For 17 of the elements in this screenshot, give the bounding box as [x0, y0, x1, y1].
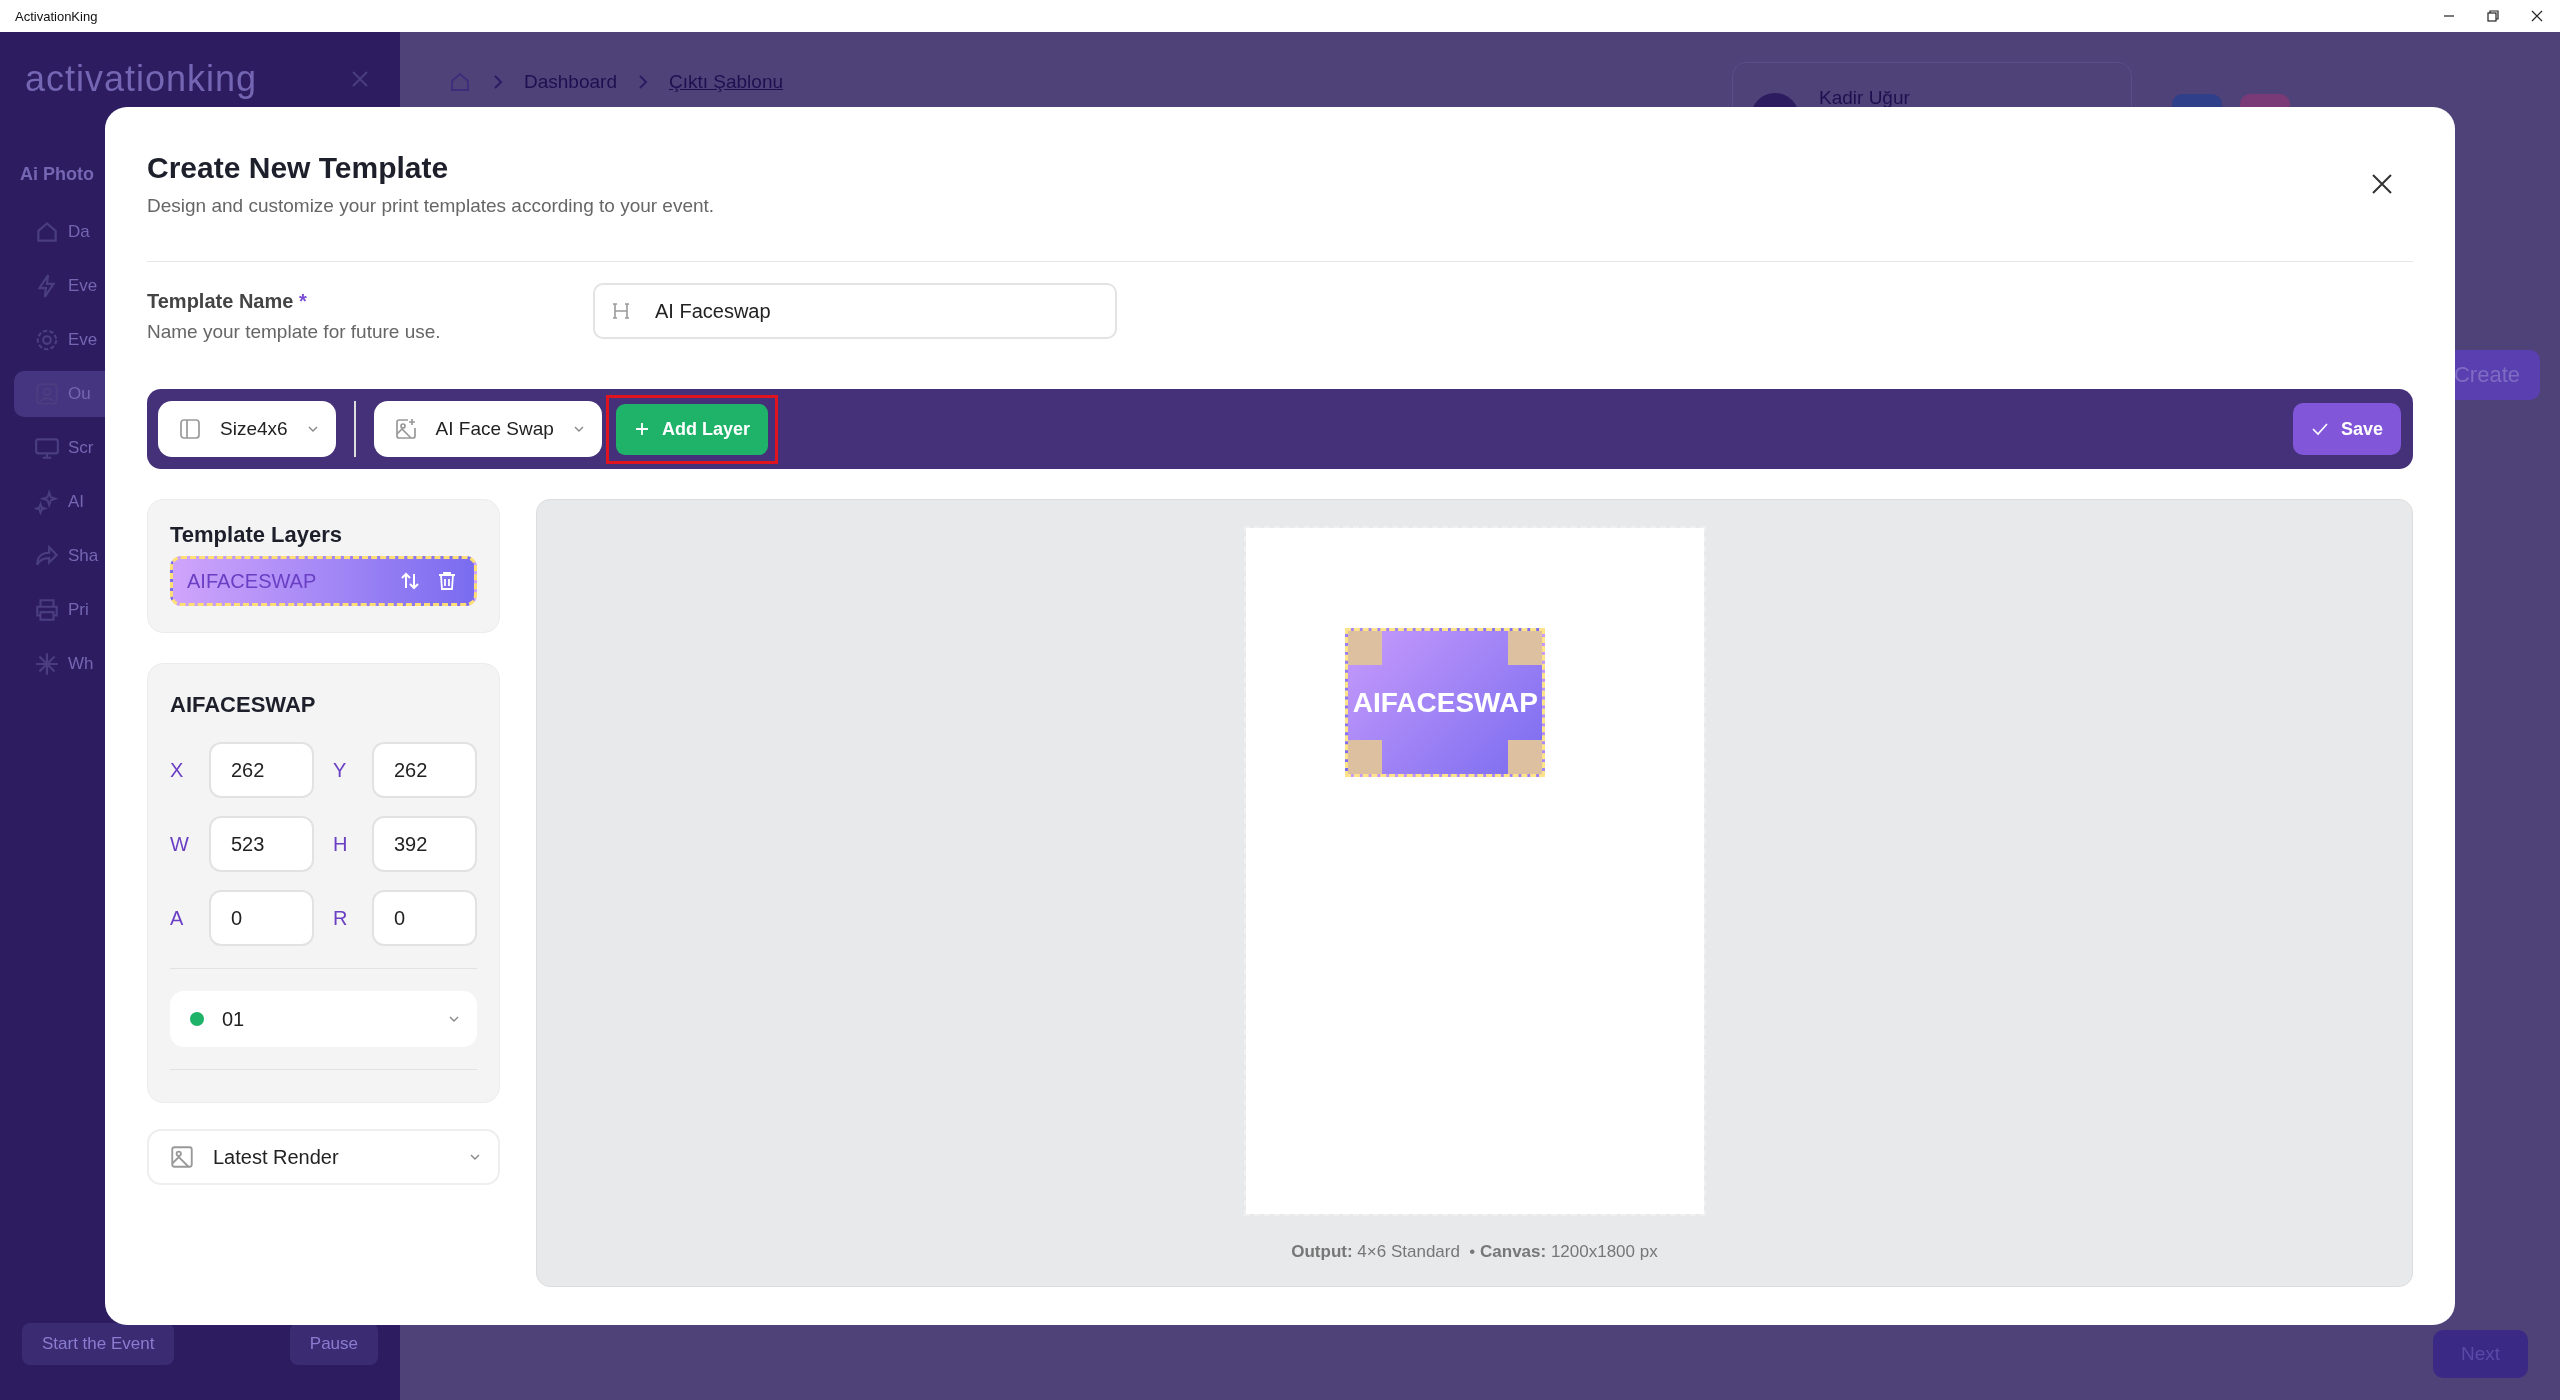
field-label: Y [333, 758, 348, 782]
field-label: X [170, 758, 185, 782]
field-hint: Name your template for future use. [147, 321, 442, 343]
field-label: H [333, 832, 349, 856]
logo: activationking [25, 58, 258, 100]
sidebar-title: Ai Photo [20, 164, 94, 185]
canvas-info: Output: 4×6 Standard • Canvas: 1200x1800 px [1291, 1242, 1658, 1262]
field-label: R [333, 906, 349, 930]
field-label: Template Name * [147, 290, 308, 313]
dialog-subtitle: Design and customize your print templates according to your event. [147, 195, 715, 217]
field-label: A [170, 906, 185, 930]
panel-title: AIFACESWAP [170, 692, 317, 718]
field-label: W [170, 832, 190, 856]
layer-label: AIFACESWAP [1352, 686, 1538, 719]
window-title: ActivationKing [15, 8, 98, 24]
dialog-title: Create New Template [147, 151, 450, 185]
panel-title: Template Layers [170, 522, 343, 548]
